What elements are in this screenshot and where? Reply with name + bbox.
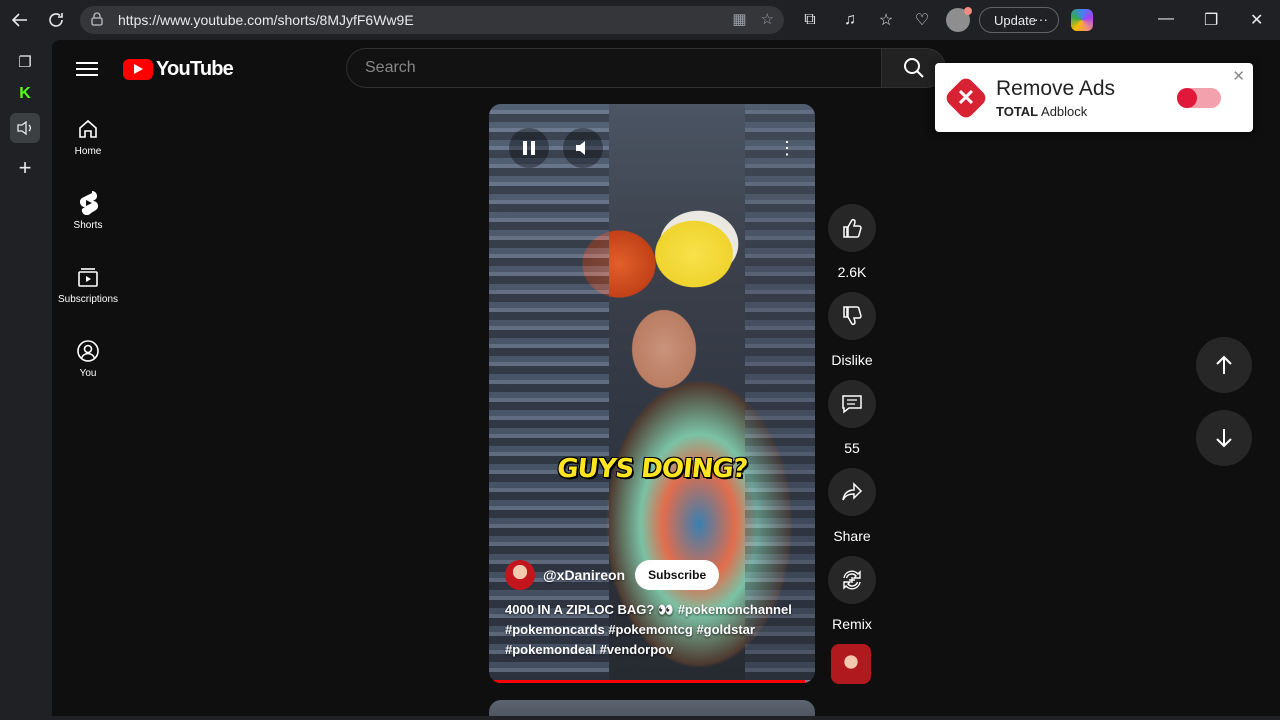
thumbs-down-icon bbox=[843, 306, 862, 326]
media-control-icon[interactable]: ♫ bbox=[838, 8, 862, 32]
next-short-preview[interactable] bbox=[489, 700, 815, 716]
youtube-play-icon bbox=[123, 59, 153, 80]
mute-button[interactable] bbox=[563, 128, 603, 168]
next-short-button[interactable] bbox=[1196, 410, 1252, 466]
more-options-button[interactable]: ⋮ bbox=[767, 128, 807, 168]
video-frame-background bbox=[489, 104, 609, 683]
account-icon bbox=[52, 338, 124, 364]
short-video-player[interactable]: ⋮ GUYS DOING? @xDanireon Subscribe 4000 … bbox=[489, 104, 815, 683]
search-icon bbox=[903, 58, 924, 78]
nav-home-label: Home bbox=[74, 146, 102, 157]
remix-action[interactable]: Remix bbox=[823, 556, 881, 632]
restore-icon[interactable]: ❐ bbox=[1204, 10, 1218, 30]
nav-shorts[interactable]: Shorts bbox=[52, 190, 124, 231]
youtube-page: YouTube Home Shorts Subscriptions You bbox=[52, 40, 1280, 716]
pause-icon bbox=[523, 141, 535, 155]
logo-text: YouTube bbox=[156, 58, 234, 80]
previous-short-button[interactable] bbox=[1196, 337, 1252, 393]
shorts-icon bbox=[52, 190, 124, 216]
nav-you-label: You bbox=[79, 368, 97, 379]
youtube-logo[interactable]: YouTube bbox=[123, 58, 234, 81]
kick-tab-icon[interactable]: K bbox=[13, 82, 37, 106]
refresh-icon[interactable] bbox=[44, 8, 68, 32]
subscribe-button[interactable]: Subscribe bbox=[635, 560, 720, 590]
comment-count: 55 bbox=[844, 440, 860, 456]
dislike-button[interactable] bbox=[828, 292, 876, 340]
dislike-label: Dislike bbox=[831, 352, 873, 368]
toggle-knob bbox=[1177, 88, 1197, 108]
like-button[interactable] bbox=[828, 204, 876, 252]
extensions-icon[interactable]: ⧉ bbox=[798, 8, 822, 32]
nav-subscriptions-label: Subscriptions bbox=[57, 294, 119, 305]
arrow-down-icon bbox=[1216, 429, 1232, 448]
browser-titlebar: https://www.youtube.com/shorts/8MJyfF6Ww… bbox=[0, 0, 1280, 40]
short-description[interactable]: 4000 IN A ZIPLOC BAG? 👀 #pokemonchannel … bbox=[505, 600, 805, 660]
channel-avatar[interactable] bbox=[505, 560, 535, 590]
copilot-icon[interactable] bbox=[1071, 9, 1093, 31]
nav-shorts-label: Shorts bbox=[73, 220, 103, 231]
adblock-brand: TOTAL Adblock bbox=[996, 104, 1087, 119]
site-info-icon[interactable] bbox=[90, 11, 110, 29]
browser-sidebar: ❐ K + bbox=[0, 40, 50, 720]
nav-subscriptions[interactable]: Subscriptions bbox=[52, 264, 124, 305]
profile-avatar[interactable] bbox=[946, 7, 972, 32]
back-icon[interactable] bbox=[8, 8, 32, 32]
remix-icon bbox=[843, 570, 861, 590]
browser-essentials-icon[interactable]: ♡ bbox=[910, 8, 934, 32]
subscriptions-icon bbox=[52, 264, 124, 290]
favorites-icon[interactable]: ☆ bbox=[874, 8, 898, 32]
share-label: Share bbox=[833, 528, 871, 544]
remix-label: Remix bbox=[832, 616, 872, 632]
minimize-icon[interactable]: — bbox=[1158, 10, 1174, 28]
search-box[interactable] bbox=[346, 48, 882, 88]
share-icon bbox=[842, 482, 863, 501]
thumbs-up-icon bbox=[843, 218, 862, 238]
arrow-up-icon bbox=[1216, 355, 1232, 374]
remix-button[interactable] bbox=[828, 556, 876, 604]
nav-home[interactable]: Home bbox=[52, 116, 124, 157]
home-icon bbox=[52, 116, 124, 142]
comments-action[interactable]: 55 bbox=[823, 380, 881, 456]
adblock-popup: ✕ Remove Ads TOTAL Adblock ✕ bbox=[935, 63, 1253, 132]
address-bar[interactable]: https://www.youtube.com/shorts/8MJyfF6Ww… bbox=[80, 6, 784, 34]
like-action[interactable]: 2.6K bbox=[823, 204, 881, 280]
popup-close-icon[interactable]: ✕ bbox=[1232, 67, 1245, 85]
channel-row: @xDanireon Subscribe bbox=[505, 560, 720, 590]
video-progress-fill bbox=[489, 680, 806, 683]
adblock-brand-bold: TOTAL bbox=[996, 104, 1039, 119]
notification-dot bbox=[964, 7, 972, 15]
share-action[interactable]: Share bbox=[823, 468, 881, 544]
share-button[interactable] bbox=[828, 468, 876, 516]
adblock-title: Remove Ads bbox=[996, 77, 1116, 100]
volume-icon bbox=[576, 141, 585, 155]
new-tab-icon[interactable]: + bbox=[13, 155, 37, 180]
update-button[interactable]: Update ··· bbox=[979, 7, 1059, 33]
audio-tab-icon[interactable] bbox=[10, 113, 40, 143]
video-progress-bar[interactable] bbox=[489, 680, 815, 683]
update-label: Update bbox=[994, 12, 1036, 28]
app-available-icon[interactable]: ▦ bbox=[732, 10, 746, 28]
comment-icon bbox=[842, 395, 862, 414]
comments-button[interactable] bbox=[828, 380, 876, 428]
nav-you[interactable]: You bbox=[52, 338, 124, 379]
pause-button[interactable] bbox=[509, 128, 549, 168]
dislike-action[interactable]: Dislike bbox=[823, 292, 881, 368]
more-vertical-icon: ⋮ bbox=[778, 138, 796, 158]
remove-ads-toggle[interactable] bbox=[1177, 88, 1221, 108]
more-icon[interactable]: ··· bbox=[1034, 11, 1048, 27]
audio-source-thumbnail[interactable] bbox=[831, 644, 871, 684]
url-text: https://www.youtube.com/shorts/8MJyfF6Ww… bbox=[118, 12, 414, 28]
channel-handle[interactable]: @xDanireon bbox=[543, 567, 625, 583]
menu-icon[interactable] bbox=[76, 58, 98, 80]
tab-actions-icon[interactable]: ❐ bbox=[13, 50, 37, 74]
close-window-icon[interactable]: ✕ bbox=[1250, 10, 1263, 30]
adblock-brand-rest: Adblock bbox=[1038, 104, 1088, 119]
search-input[interactable] bbox=[363, 58, 847, 78]
favorite-star-icon[interactable]: ☆ bbox=[761, 10, 774, 28]
video-caption-overlay: GUYS DOING? bbox=[555, 454, 749, 484]
adblock-x-icon: ✕ bbox=[943, 75, 989, 121]
like-count: 2.6K bbox=[837, 264, 867, 280]
